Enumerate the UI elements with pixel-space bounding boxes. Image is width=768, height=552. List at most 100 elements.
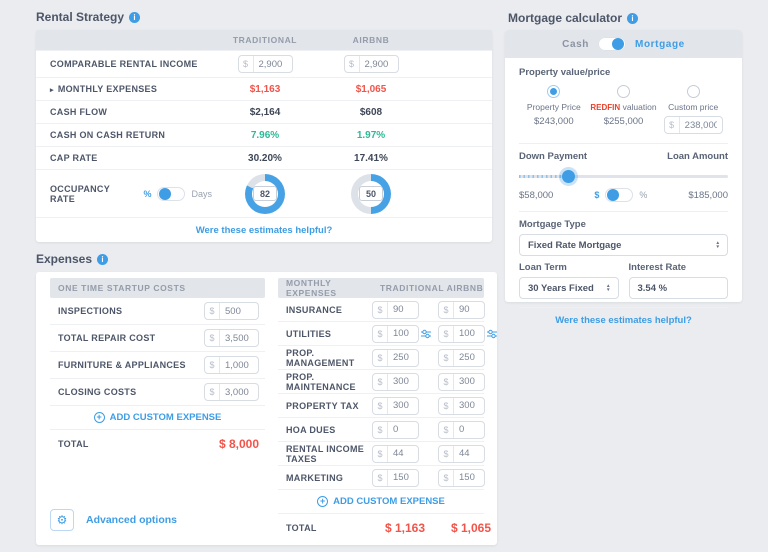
dollar-unit-option[interactable]: $	[594, 190, 599, 200]
custom-price-radio[interactable]	[687, 85, 700, 98]
expense-label-rental-income-taxes: RENTAL INCOME TAXES	[286, 444, 372, 464]
prop-maintenance-airbnb-field[interactable]	[454, 376, 484, 387]
table-row: RENTAL INCOME TAXES $ $	[278, 442, 484, 466]
hoa-dues-airbnb-field[interactable]	[454, 424, 484, 435]
utilities-traditional-field[interactable]	[388, 328, 418, 339]
slider-handle[interactable]	[562, 170, 575, 183]
dollar-percent-toggle[interactable]	[605, 188, 633, 202]
hoa-dues-input-traditional[interactable]: $	[372, 421, 419, 439]
inspections-field[interactable]	[220, 306, 258, 317]
cash-mortgage-toggle[interactable]	[598, 37, 626, 51]
info-icon[interactable]: i	[97, 254, 108, 265]
marketing-input-airbnb[interactable]: $	[438, 469, 485, 487]
custom-price-option: Custom price $	[658, 85, 728, 134]
closing-costs-field[interactable]	[220, 387, 258, 398]
occupancy-donut-traditional	[245, 174, 285, 214]
down-payment-value: $58,000	[519, 190, 553, 201]
repair-cost-field[interactable]	[220, 333, 258, 344]
down-payment-slider[interactable]	[519, 169, 728, 183]
closing-costs-input[interactable]: $	[204, 383, 259, 401]
add-custom-expense-startup[interactable]: + ADD CUSTOM EXPENSE	[50, 406, 265, 430]
rental-taxes-input-traditional[interactable]: $	[372, 445, 419, 463]
add-custom-expense-monthly[interactable]: + ADD CUSTOM EXPENSE	[278, 490, 484, 514]
hoa-dues-input-airbnb[interactable]: $	[438, 421, 485, 439]
expense-label-marketing: MARKETING	[286, 473, 372, 483]
property-tax-traditional-field[interactable]	[388, 400, 418, 411]
mortgage-type-select[interactable]: Fixed Rate Mortgage ▴▾	[519, 234, 728, 256]
prop-maintenance-input-airbnb[interactable]: $	[438, 373, 485, 391]
expense-label-insurance: INSURANCE	[286, 305, 372, 315]
insurance-traditional-field[interactable]	[388, 304, 418, 315]
interest-rate-input[interactable]: 3.54 %	[629, 277, 729, 299]
table-row: MARKETING $ $	[278, 466, 484, 490]
dollar-prefix: $	[439, 350, 454, 366]
prop-management-input-traditional[interactable]: $	[372, 349, 419, 367]
prop-maintenance-traditional-field[interactable]	[388, 376, 418, 387]
occupancy-unit-percent[interactable]: %	[143, 189, 151, 199]
furniture-field[interactable]	[220, 360, 258, 371]
mortgage-type-label: Mortgage Type	[519, 219, 728, 230]
estimates-helpful-link[interactable]: Were these estimates helpful?	[555, 315, 692, 326]
property-price-option-label: Property Price	[527, 102, 581, 112]
property-price-radio[interactable]	[547, 85, 560, 98]
rental-table-header: TRADITIONAL AIRBNB	[36, 30, 492, 50]
rental-income-input-airbnb[interactable]: $	[344, 55, 399, 73]
insurance-input-airbnb[interactable]: $	[438, 301, 485, 319]
rental-taxes-traditional-field[interactable]	[388, 448, 418, 459]
expenses-title: Expenses i	[36, 252, 108, 266]
insurance-airbnb-field[interactable]	[454, 304, 484, 315]
furniture-input[interactable]: $	[204, 356, 259, 374]
estimates-helpful-link[interactable]: Were these estimates helpful?	[196, 225, 333, 236]
redfin-valuation-radio[interactable]	[617, 85, 630, 98]
startup-costs-header: ONE TIME STARTUP COSTS	[50, 278, 265, 298]
utilities-input-airbnb[interactable]: $	[438, 325, 485, 343]
rental-strategy-panel: TRADITIONAL AIRBNB COMPARABLE RENTAL INC…	[36, 30, 492, 242]
repair-cost-input[interactable]: $	[204, 329, 259, 347]
custom-price-input[interactable]: $	[664, 116, 723, 134]
marketing-airbnb-field[interactable]	[454, 472, 484, 483]
rental-taxes-airbnb-field[interactable]	[454, 448, 484, 459]
property-tax-input-traditional[interactable]: $	[372, 397, 419, 415]
expense-label-prop-maintenance: PROP. MAINTENANCE	[286, 372, 372, 392]
info-icon[interactable]: i	[129, 12, 140, 23]
hoa-dues-traditional-field[interactable]	[388, 424, 418, 435]
startup-total-label: TOTAL	[58, 439, 89, 449]
utilities-airbnb-field[interactable]	[454, 328, 484, 339]
interest-rate-value: 3.54 %	[638, 283, 668, 294]
rental-taxes-input-airbnb[interactable]: $	[438, 445, 485, 463]
table-row[interactable]: ▸MONTHLY EXPENSES $1,163 $1,065	[36, 77, 492, 100]
property-tax-airbnb-field[interactable]	[454, 400, 484, 411]
mortgage-calculator-title-text: Mortgage calculator	[508, 11, 622, 25]
property-tax-input-airbnb[interactable]: $	[438, 397, 485, 415]
monthly-total-row: TOTAL $ 1,163 $ 1,065	[278, 514, 484, 542]
cash-option[interactable]: Cash	[562, 39, 589, 50]
sliders-icon[interactable]	[421, 329, 431, 339]
rental-income-airbnb-field[interactable]	[360, 59, 398, 70]
info-icon[interactable]: i	[627, 13, 638, 24]
loan-term-select[interactable]: 30 Years Fixed ▴▾	[519, 277, 619, 299]
rental-income-traditional-field[interactable]	[254, 59, 292, 70]
advanced-options-button[interactable]: ⚙ Advanced options	[50, 509, 177, 531]
row-label-monthly-expenses[interactable]: ▸MONTHLY EXPENSES	[50, 84, 212, 94]
down-payment-label: Down Payment	[519, 151, 587, 162]
prop-maintenance-input-traditional[interactable]: $	[372, 373, 419, 391]
occupancy-unit-toggle[interactable]	[157, 187, 185, 201]
redfin-valuation-value: $255,000	[604, 116, 644, 127]
marketing-traditional-field[interactable]	[388, 472, 418, 483]
custom-price-field[interactable]	[680, 120, 722, 131]
rental-income-input-traditional[interactable]: $	[238, 55, 293, 73]
percent-unit-option[interactable]: %	[639, 190, 647, 200]
utilities-input-traditional[interactable]: $	[372, 325, 419, 343]
occupancy-unit-days[interactable]: Days	[191, 189, 212, 199]
mortgage-option[interactable]: Mortgage	[635, 39, 685, 50]
marketing-input-traditional[interactable]: $	[372, 469, 419, 487]
prop-management-input-airbnb[interactable]: $	[438, 349, 485, 367]
sliders-icon[interactable]	[487, 329, 497, 339]
inspections-input[interactable]: $	[204, 302, 259, 320]
loan-term-label: Loan Term	[519, 262, 619, 273]
prop-management-airbnb-field[interactable]	[454, 352, 484, 363]
insurance-input-traditional[interactable]: $	[372, 301, 419, 319]
occupancy-input-airbnb[interactable]	[359, 186, 383, 201]
occupancy-input-traditional[interactable]	[253, 186, 277, 201]
prop-management-traditional-field[interactable]	[388, 352, 418, 363]
